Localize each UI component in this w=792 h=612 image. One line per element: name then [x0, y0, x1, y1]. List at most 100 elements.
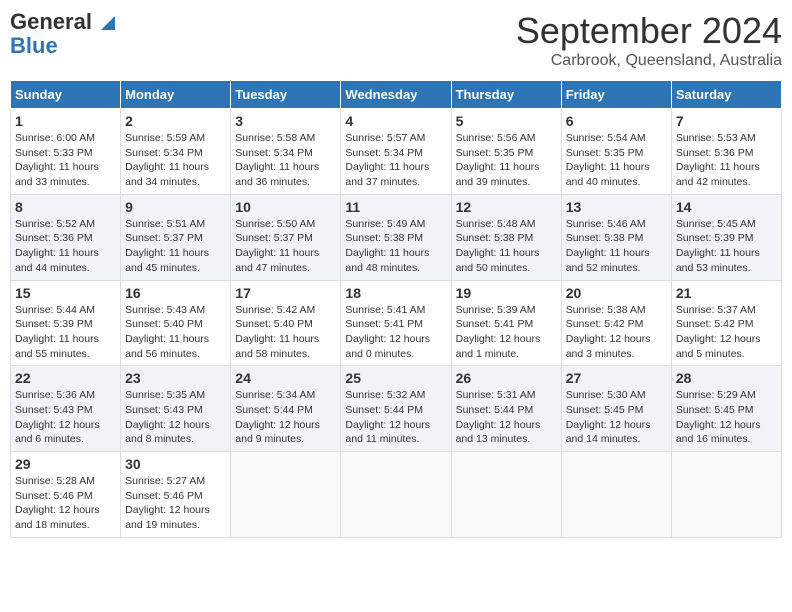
day-number: 1: [15, 113, 116, 129]
day-number: 13: [566, 199, 667, 215]
day-number: 3: [235, 113, 336, 129]
day-info: Sunrise: 5:57 AM Sunset: 5:34 PM Dayligh…: [345, 131, 446, 190]
calendar-week-4: 22 Sunrise: 5:36 AM Sunset: 5:43 PM Dayl…: [11, 366, 782, 452]
day-cell-12: 12 Sunrise: 5:48 AM Sunset: 5:38 PM Dayl…: [451, 194, 561, 280]
weekday-wednesday: Wednesday: [341, 81, 451, 109]
day-cell-9: 9 Sunrise: 5:51 AM Sunset: 5:37 PM Dayli…: [121, 194, 231, 280]
day-number: 15: [15, 285, 116, 301]
empty-cell: [561, 452, 671, 538]
day-cell-5: 5 Sunrise: 5:56 AM Sunset: 5:35 PM Dayli…: [451, 109, 561, 195]
day-cell-30: 30 Sunrise: 5:27 AM Sunset: 5:46 PM Dayl…: [121, 452, 231, 538]
day-cell-16: 16 Sunrise: 5:43 AM Sunset: 5:40 PM Dayl…: [121, 280, 231, 366]
day-cell-6: 6 Sunrise: 5:54 AM Sunset: 5:35 PM Dayli…: [561, 109, 671, 195]
day-info: Sunrise: 5:27 AM Sunset: 5:46 PM Dayligh…: [125, 474, 226, 533]
weekday-header-row: SundayMondayTuesdayWednesdayThursdayFrid…: [11, 81, 782, 109]
day-number: 30: [125, 456, 226, 472]
day-cell-1: 1 Sunrise: 6:00 AM Sunset: 5:33 PM Dayli…: [11, 109, 121, 195]
day-info: Sunrise: 5:45 AM Sunset: 5:39 PM Dayligh…: [676, 217, 777, 276]
day-cell-26: 26 Sunrise: 5:31 AM Sunset: 5:44 PM Dayl…: [451, 366, 561, 452]
day-info: Sunrise: 5:41 AM Sunset: 5:41 PM Dayligh…: [345, 303, 446, 362]
day-number: 26: [456, 370, 557, 386]
weekday-sunday: Sunday: [11, 81, 121, 109]
empty-cell: [231, 452, 341, 538]
day-cell-27: 27 Sunrise: 5:30 AM Sunset: 5:45 PM Dayl…: [561, 366, 671, 452]
calendar-table: SundayMondayTuesdayWednesdayThursdayFrid…: [10, 80, 782, 538]
day-number: 21: [676, 285, 777, 301]
day-cell-20: 20 Sunrise: 5:38 AM Sunset: 5:42 PM Dayl…: [561, 280, 671, 366]
day-info: Sunrise: 5:51 AM Sunset: 5:37 PM Dayligh…: [125, 217, 226, 276]
weekday-friday: Friday: [561, 81, 671, 109]
day-cell-24: 24 Sunrise: 5:34 AM Sunset: 5:44 PM Dayl…: [231, 366, 341, 452]
month-title: September 2024: [516, 10, 782, 52]
calendar-week-5: 29 Sunrise: 5:28 AM Sunset: 5:46 PM Dayl…: [11, 452, 782, 538]
day-info: Sunrise: 5:46 AM Sunset: 5:38 PM Dayligh…: [566, 217, 667, 276]
day-number: 4: [345, 113, 446, 129]
logo-arrow-icon: [99, 14, 117, 32]
day-info: Sunrise: 5:42 AM Sunset: 5:40 PM Dayligh…: [235, 303, 336, 362]
day-number: 10: [235, 199, 336, 215]
day-info: Sunrise: 5:28 AM Sunset: 5:46 PM Dayligh…: [15, 474, 116, 533]
day-cell-2: 2 Sunrise: 5:59 AM Sunset: 5:34 PM Dayli…: [121, 109, 231, 195]
day-cell-19: 19 Sunrise: 5:39 AM Sunset: 5:41 PM Dayl…: [451, 280, 561, 366]
logo: General Blue: [10, 10, 117, 58]
empty-cell: [671, 452, 781, 538]
day-info: Sunrise: 5:58 AM Sunset: 5:34 PM Dayligh…: [235, 131, 336, 190]
title-area: September 2024 Carbrook, Queensland, Aus…: [516, 10, 782, 70]
day-info: Sunrise: 5:48 AM Sunset: 5:38 PM Dayligh…: [456, 217, 557, 276]
day-number: 2: [125, 113, 226, 129]
location-title: Carbrook, Queensland, Australia: [516, 52, 782, 70]
day-cell-17: 17 Sunrise: 5:42 AM Sunset: 5:40 PM Dayl…: [231, 280, 341, 366]
day-number: 7: [676, 113, 777, 129]
day-info: Sunrise: 5:54 AM Sunset: 5:35 PM Dayligh…: [566, 131, 667, 190]
day-info: Sunrise: 5:37 AM Sunset: 5:42 PM Dayligh…: [676, 303, 777, 362]
day-info: Sunrise: 5:59 AM Sunset: 5:34 PM Dayligh…: [125, 131, 226, 190]
day-cell-21: 21 Sunrise: 5:37 AM Sunset: 5:42 PM Dayl…: [671, 280, 781, 366]
logo-general: General: [10, 9, 92, 34]
day-number: 24: [235, 370, 336, 386]
day-number: 22: [15, 370, 116, 386]
day-cell-22: 22 Sunrise: 5:36 AM Sunset: 5:43 PM Dayl…: [11, 366, 121, 452]
day-cell-13: 13 Sunrise: 5:46 AM Sunset: 5:38 PM Dayl…: [561, 194, 671, 280]
day-number: 29: [15, 456, 116, 472]
day-info: Sunrise: 5:36 AM Sunset: 5:43 PM Dayligh…: [15, 388, 116, 447]
day-number: 28: [676, 370, 777, 386]
day-info: Sunrise: 5:29 AM Sunset: 5:45 PM Dayligh…: [676, 388, 777, 447]
empty-cell: [451, 452, 561, 538]
day-info: Sunrise: 5:52 AM Sunset: 5:36 PM Dayligh…: [15, 217, 116, 276]
day-info: Sunrise: 5:32 AM Sunset: 5:44 PM Dayligh…: [345, 388, 446, 447]
day-info: Sunrise: 6:00 AM Sunset: 5:33 PM Dayligh…: [15, 131, 116, 190]
day-info: Sunrise: 5:49 AM Sunset: 5:38 PM Dayligh…: [345, 217, 446, 276]
calendar-week-2: 8 Sunrise: 5:52 AM Sunset: 5:36 PM Dayli…: [11, 194, 782, 280]
day-number: 23: [125, 370, 226, 386]
day-info: Sunrise: 5:39 AM Sunset: 5:41 PM Dayligh…: [456, 303, 557, 362]
day-cell-4: 4 Sunrise: 5:57 AM Sunset: 5:34 PM Dayli…: [341, 109, 451, 195]
day-number: 27: [566, 370, 667, 386]
weekday-thursday: Thursday: [451, 81, 561, 109]
day-info: Sunrise: 5:50 AM Sunset: 5:37 PM Dayligh…: [235, 217, 336, 276]
day-number: 14: [676, 199, 777, 215]
day-cell-7: 7 Sunrise: 5:53 AM Sunset: 5:36 PM Dayli…: [671, 109, 781, 195]
day-cell-14: 14 Sunrise: 5:45 AM Sunset: 5:39 PM Dayl…: [671, 194, 781, 280]
day-cell-3: 3 Sunrise: 5:58 AM Sunset: 5:34 PM Dayli…: [231, 109, 341, 195]
day-number: 20: [566, 285, 667, 301]
day-info: Sunrise: 5:31 AM Sunset: 5:44 PM Dayligh…: [456, 388, 557, 447]
weekday-tuesday: Tuesday: [231, 81, 341, 109]
calendar-week-1: 1 Sunrise: 6:00 AM Sunset: 5:33 PM Dayli…: [11, 109, 782, 195]
day-cell-28: 28 Sunrise: 5:29 AM Sunset: 5:45 PM Dayl…: [671, 366, 781, 452]
day-number: 5: [456, 113, 557, 129]
day-info: Sunrise: 5:53 AM Sunset: 5:36 PM Dayligh…: [676, 131, 777, 190]
logo-blue: Blue: [10, 34, 58, 58]
day-info: Sunrise: 5:38 AM Sunset: 5:42 PM Dayligh…: [566, 303, 667, 362]
day-number: 17: [235, 285, 336, 301]
weekday-saturday: Saturday: [671, 81, 781, 109]
day-cell-18: 18 Sunrise: 5:41 AM Sunset: 5:41 PM Dayl…: [341, 280, 451, 366]
day-cell-10: 10 Sunrise: 5:50 AM Sunset: 5:37 PM Dayl…: [231, 194, 341, 280]
weekday-monday: Monday: [121, 81, 231, 109]
day-cell-23: 23 Sunrise: 5:35 AM Sunset: 5:43 PM Dayl…: [121, 366, 231, 452]
day-cell-8: 8 Sunrise: 5:52 AM Sunset: 5:36 PM Dayli…: [11, 194, 121, 280]
day-number: 11: [345, 199, 446, 215]
day-number: 6: [566, 113, 667, 129]
day-number: 8: [15, 199, 116, 215]
day-cell-25: 25 Sunrise: 5:32 AM Sunset: 5:44 PM Dayl…: [341, 366, 451, 452]
day-number: 9: [125, 199, 226, 215]
